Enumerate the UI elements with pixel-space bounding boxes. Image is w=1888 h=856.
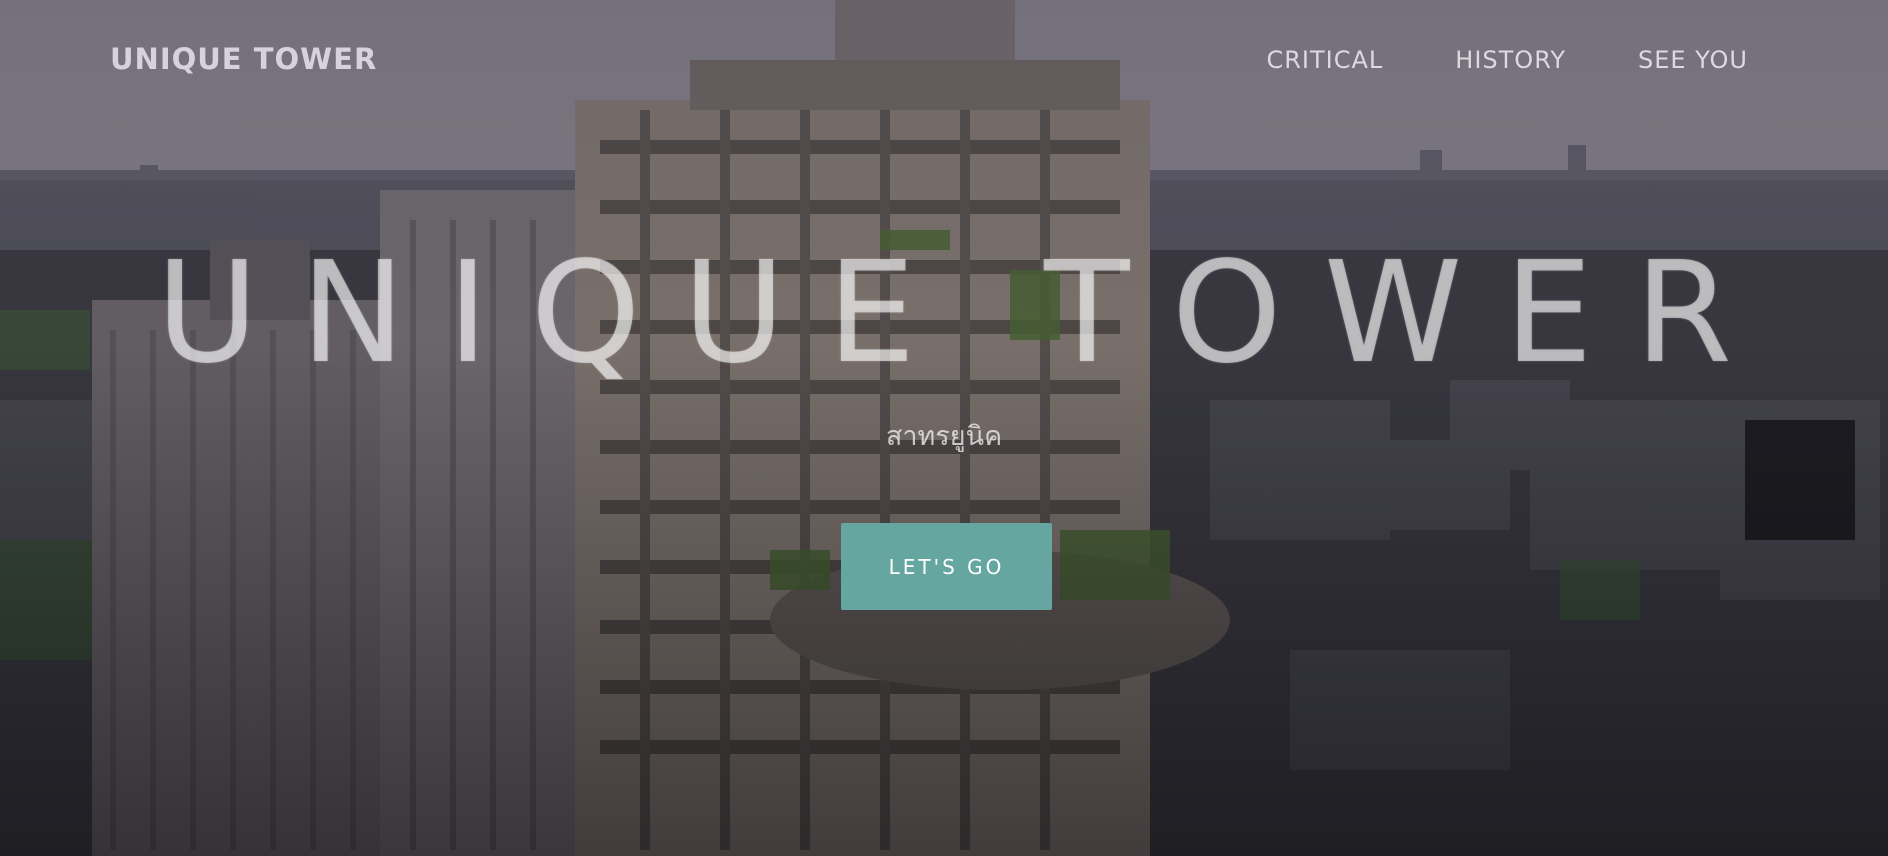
hero-section: UNIQUE TOWER CRITICAL HISTORY SEE YOU UN… [0, 0, 1888, 856]
nav-link-critical[interactable]: CRITICAL [1266, 46, 1383, 74]
hero-title: UNIQUE TOWER [156, 232, 1774, 395]
nav-link-history[interactable]: HISTORY [1455, 46, 1566, 74]
brand-logo-link[interactable]: UNIQUE TOWER [110, 42, 377, 76]
hero-subtitle: สาทรยูนิค [885, 421, 1003, 452]
lets-go-button[interactable]: LET'S GO [841, 523, 1052, 610]
nav-links: CRITICAL HISTORY SEE YOU [1266, 46, 1748, 74]
top-navbar: UNIQUE TOWER CRITICAL HISTORY SEE YOU [0, 0, 1888, 120]
nav-link-see-you[interactable]: SEE YOU [1638, 46, 1748, 74]
